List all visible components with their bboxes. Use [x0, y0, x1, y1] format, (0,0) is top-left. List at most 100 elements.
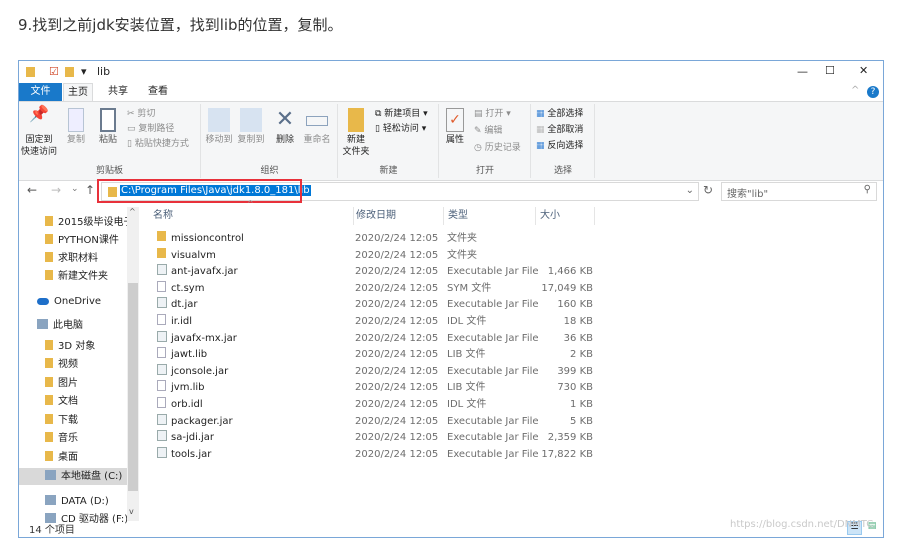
file-row[interactable]: visualvm 2020/2/24 12:05 文件夹	[153, 247, 603, 265]
select-none-button[interactable]: ▦ 全部取消	[536, 124, 583, 137]
invert-selection-icon: ▦	[536, 141, 548, 151]
sidebar-item[interactable]: 本地磁盘 (C:)	[19, 468, 127, 485]
maximize-button[interactable]: ☐	[825, 64, 835, 77]
new-folder-quick-icon[interactable]	[65, 67, 74, 77]
sidebar-item[interactable]: 新建文件夹	[19, 268, 127, 285]
edit-icon: ✎	[474, 126, 485, 136]
minimize-button[interactable]: —	[797, 65, 808, 78]
column-name[interactable]: 名称	[153, 207, 173, 225]
sidebar-item[interactable]: DATA (D:)	[19, 493, 127, 510]
file-name: orb.idl	[171, 399, 203, 410]
file-row[interactable]: packager.jar 2020/2/24 12:05 Executable …	[153, 413, 603, 431]
group-label: 选择	[553, 166, 572, 176]
column-date[interactable]: 修改日期	[353, 207, 396, 225]
sidebar-item[interactable]: 音乐	[19, 430, 127, 447]
sidebar-item[interactable]: 2015级毕设电子	[19, 214, 127, 231]
file-icon	[157, 280, 166, 292]
up-button[interactable]: ↑	[85, 183, 95, 197]
sidebar-item[interactable]: 此电脑	[19, 317, 127, 334]
sidebar-item[interactable]: 视频	[19, 356, 127, 373]
forward-button[interactable]: →	[51, 183, 61, 197]
sidebar-item[interactable]: PYTHON课件	[19, 232, 127, 249]
group-open: ✓ 属性 ▤ 打开 ▾ ✎ 编辑 ◷ 历史记录 打开	[440, 104, 531, 178]
file-row[interactable]: orb.idl 2020/2/24 12:05 IDL 文件 1 KB	[153, 397, 603, 414]
collapse-ribbon-icon[interactable]: ^	[851, 85, 859, 96]
address-dropdown-icon[interactable]: ⌄	[686, 185, 694, 196]
file-type: Executable Jar File	[447, 266, 539, 278]
history-button[interactable]: ◷ 历史记录	[474, 142, 521, 155]
sidebar-item-label: 视频	[58, 359, 78, 370]
sidebar-item-label: DATA (D:)	[61, 496, 109, 507]
file-name: ir.idl	[171, 316, 193, 327]
sidebar-item[interactable]: 下载	[19, 412, 127, 429]
file-name: javafx-mx.jar	[171, 332, 237, 344]
sidebar-item-label: 求职材料	[58, 253, 98, 264]
file-row[interactable]: tools.jar 2020/2/24 12:05 Executable Jar…	[153, 446, 603, 464]
edit-button[interactable]: ✎ 编辑	[474, 125, 502, 138]
cut-button[interactable]: ✂ 剪切	[127, 108, 155, 121]
paste-shortcut-button[interactable]: ▯ 粘贴快捷方式	[127, 138, 189, 151]
tab-file[interactable]: 文件	[19, 83, 62, 101]
search-input[interactable]: 搜索"lib" ⚲	[721, 182, 877, 201]
file-row[interactable]: javafx-mx.jar 2020/2/24 12:05 Executable…	[153, 330, 603, 348]
sidebar-item[interactable]: 桌面	[19, 449, 127, 466]
file-row[interactable]: jconsole.jar 2020/2/24 12:05 Executable …	[153, 363, 603, 381]
folder-icon	[157, 231, 166, 241]
tab-home[interactable]: 主页	[63, 83, 93, 101]
computer-icon	[37, 319, 48, 329]
folder-icon	[45, 270, 53, 280]
recent-dropdown[interactable]: ⌄	[71, 184, 79, 194]
sidebar-item[interactable]: 文档	[19, 393, 127, 410]
copy-button[interactable]: 复制	[63, 108, 89, 146]
paste-button[interactable]: 粘贴	[95, 108, 121, 146]
file-row[interactable]: jvm.lib 2020/2/24 12:05 LIB 文件 730 KB	[153, 380, 603, 397]
properties-button[interactable]: ✓ 属性	[442, 108, 468, 146]
group-clipboard: 📌 固定到 快速访问 复制 粘贴 ✂ 剪切 ▭ 复制路径 ▯ 粘贴快捷方式 剪贴板	[19, 104, 201, 178]
file-row[interactable]: jawt.lib 2020/2/24 12:05 LIB 文件 2 KB	[153, 347, 603, 364]
file-name: jawt.lib	[171, 349, 208, 361]
tab-share[interactable]: 共享	[103, 83, 133, 101]
file-icon	[157, 380, 166, 392]
file-name: ant-javafx.jar	[171, 266, 238, 278]
refresh-button[interactable]: ↻	[703, 183, 713, 197]
easy-access-button[interactable]: ▯ 轻松访问 ▾	[375, 123, 426, 136]
pin-quick-access-button[interactable]: 📌 固定到 快速访问	[21, 106, 57, 158]
file-date: 2020/2/24 12:05	[355, 349, 439, 361]
file-row[interactable]: ir.idl 2020/2/24 12:05 IDL 文件 18 KB	[153, 314, 603, 331]
new-item-button[interactable]: ⧉ 新建项目 ▾	[375, 108, 428, 121]
invert-selection-button[interactable]: ▦ 反向选择	[536, 140, 583, 153]
open-button[interactable]: ▤ 打开 ▾	[474, 108, 511, 121]
help-icon[interactable]: ?	[867, 86, 879, 98]
column-type[interactable]: 类型	[443, 207, 468, 225]
file-row[interactable]: dt.jar 2020/2/24 12:05 Executable Jar Fi…	[153, 297, 603, 314]
sidebar-item[interactable]: 3D 对象	[19, 338, 127, 355]
select-all-button[interactable]: ▦ 全部选择	[536, 108, 583, 121]
new-folder-button[interactable]: 新建 文件夹	[341, 108, 371, 158]
sort-ascending-icon: ^	[247, 199, 254, 208]
sidebar-item[interactable]: 求职材料	[19, 250, 127, 267]
file-row[interactable]: ct.sym 2020/2/24 12:05 SYM 文件 17,049 KB	[153, 280, 603, 298]
file-name: missioncontrol	[171, 233, 244, 244]
sidebar-item[interactable]: OneDrive	[19, 293, 127, 310]
tab-view[interactable]: 查看	[143, 83, 173, 101]
back-button[interactable]: ←	[27, 183, 37, 197]
sidebar-scroll-thumb[interactable]	[128, 283, 138, 491]
drive-icon	[45, 470, 56, 480]
close-button[interactable]: ✕	[859, 64, 868, 77]
copy-to-button[interactable]: 复制到	[236, 108, 266, 146]
scroll-down-icon[interactable]: v	[129, 507, 134, 516]
file-date: 2020/2/24 12:05	[355, 332, 439, 344]
sidebar-item-label: 3D 对象	[58, 341, 96, 352]
column-size[interactable]: 大小	[535, 207, 595, 225]
delete-button[interactable]: ✕ 删除	[272, 108, 298, 146]
sidebar-item[interactable]: 图片	[19, 375, 127, 392]
customize-dropdown-icon[interactable]: ▾	[81, 65, 87, 78]
properties-quick-icon[interactable]: ☑	[49, 65, 59, 78]
file-row[interactable]: sa-jdi.jar 2020/2/24 12:05 Executable Ja…	[153, 430, 603, 447]
copy-path-button[interactable]: ▭ 复制路径	[127, 123, 174, 136]
file-row[interactable]: missioncontrol 2020/2/24 12:05 文件夹	[153, 231, 603, 248]
move-to-button[interactable]: 移动到	[204, 108, 234, 146]
scroll-up-icon[interactable]: ^	[129, 207, 136, 216]
rename-button[interactable]: 重命名	[300, 108, 334, 146]
file-row[interactable]: ant-javafx.jar 2020/2/24 12:05 Executabl…	[153, 264, 603, 281]
